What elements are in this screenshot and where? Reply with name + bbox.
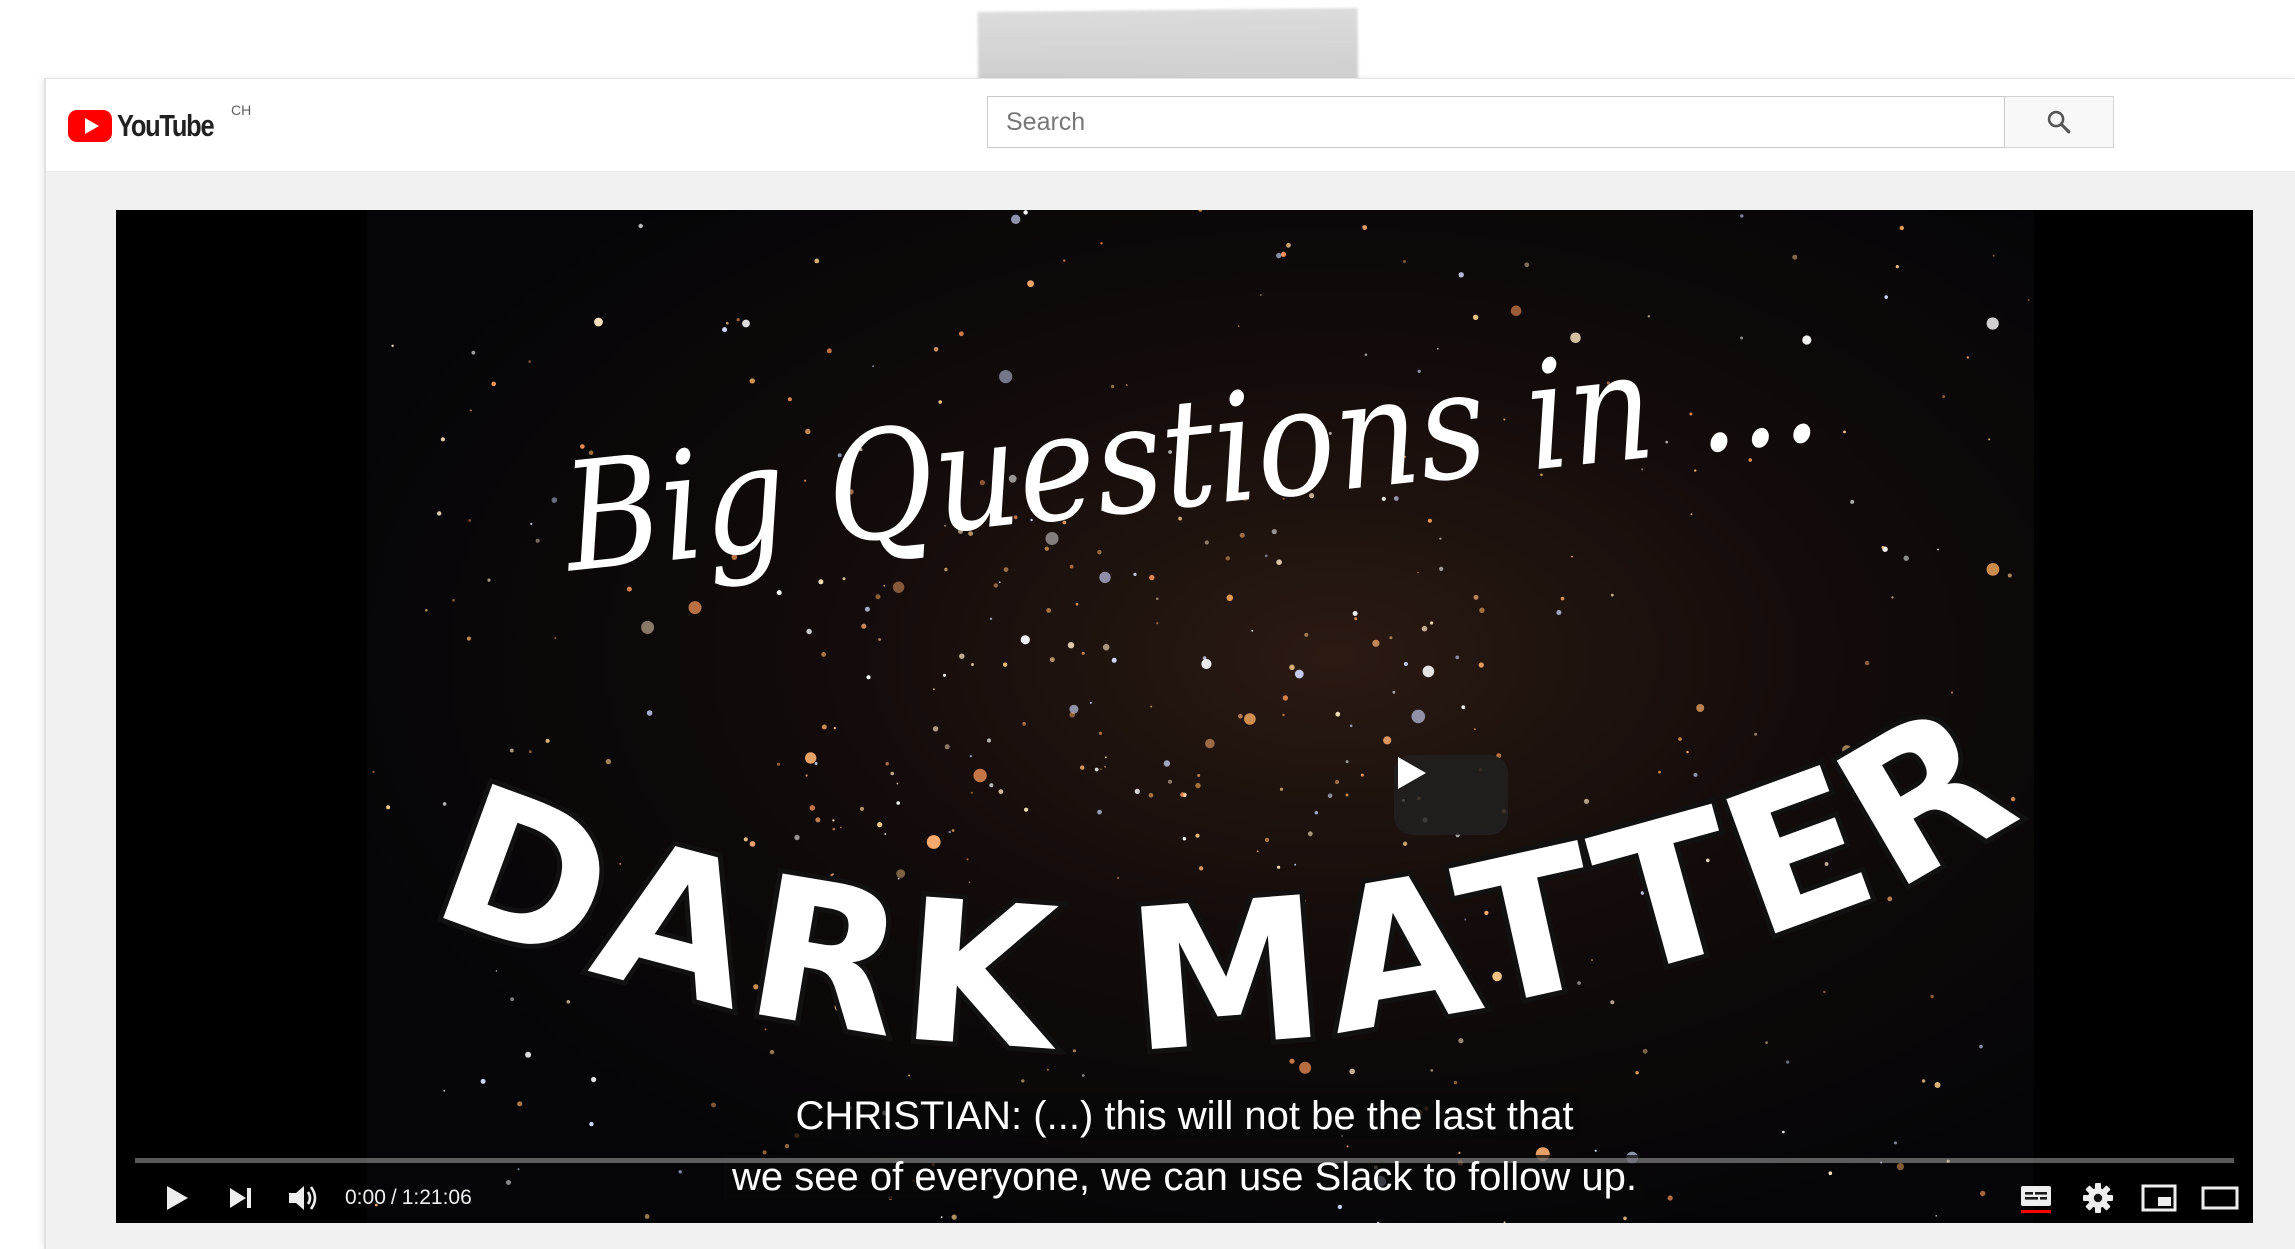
theater-mode-button[interactable]	[2196, 1172, 2244, 1223]
masthead: YouTube CH	[46, 79, 2295, 172]
next-button[interactable]	[216, 1172, 264, 1223]
settings-button[interactable]	[2074, 1172, 2122, 1223]
logo-wordmark: YouTube	[117, 108, 215, 143]
play-icon	[1398, 757, 1426, 789]
video-title-art: Big Questions in ... DARK MATTER!	[367, 210, 2034, 1102]
subtitles-icon	[2021, 1185, 2051, 1213]
title-big-questions: Big Questions in ...	[553, 302, 1827, 607]
settings-gear-icon	[2083, 1182, 2113, 1213]
miniplayer-button[interactable]	[2135, 1172, 2183, 1223]
mute-button[interactable]	[280, 1172, 328, 1223]
video-player[interactable]: Big Questions in ... DARK MATTER! CHRIST…	[116, 210, 2253, 1223]
next-icon	[230, 1187, 251, 1208]
subtitles-button[interactable]	[2012, 1172, 2060, 1223]
youtube-play-logo-icon	[68, 110, 112, 142]
player-controls: 0:00/1:21:06	[116, 1172, 2253, 1223]
play-button[interactable]	[152, 1172, 202, 1223]
large-play-button[interactable]	[1394, 755, 1508, 835]
youtube-logo[interactable]: YouTube CH	[68, 102, 251, 146]
time-display: 0:00/1:21:06	[345, 1172, 472, 1223]
search-icon	[2047, 110, 2071, 134]
country-code: CH	[231, 102, 252, 118]
search-input[interactable]	[988, 97, 2004, 147]
search-button[interactable]	[2005, 96, 2114, 148]
browser-window: YouTube CH Big Questions in ... DARK MAT…	[44, 78, 2295, 1249]
progress-bar[interactable]	[135, 1158, 2234, 1163]
caption-line-1: CHRISTIAN: (...) this will not be the la…	[787, 1094, 1582, 1138]
search-box[interactable]	[987, 96, 2005, 148]
play-icon	[167, 1185, 188, 1210]
time-separator: /	[390, 1186, 397, 1209]
miniplayer-icon	[2141, 1184, 2177, 1211]
current-time: 0:00	[345, 1186, 386, 1209]
duration: 1:21:06	[401, 1186, 472, 1209]
video-frame[interactable]: Big Questions in ... DARK MATTER!	[367, 210, 2034, 1223]
theater-mode-icon	[2201, 1186, 2239, 1209]
volume-icon	[289, 1185, 317, 1210]
